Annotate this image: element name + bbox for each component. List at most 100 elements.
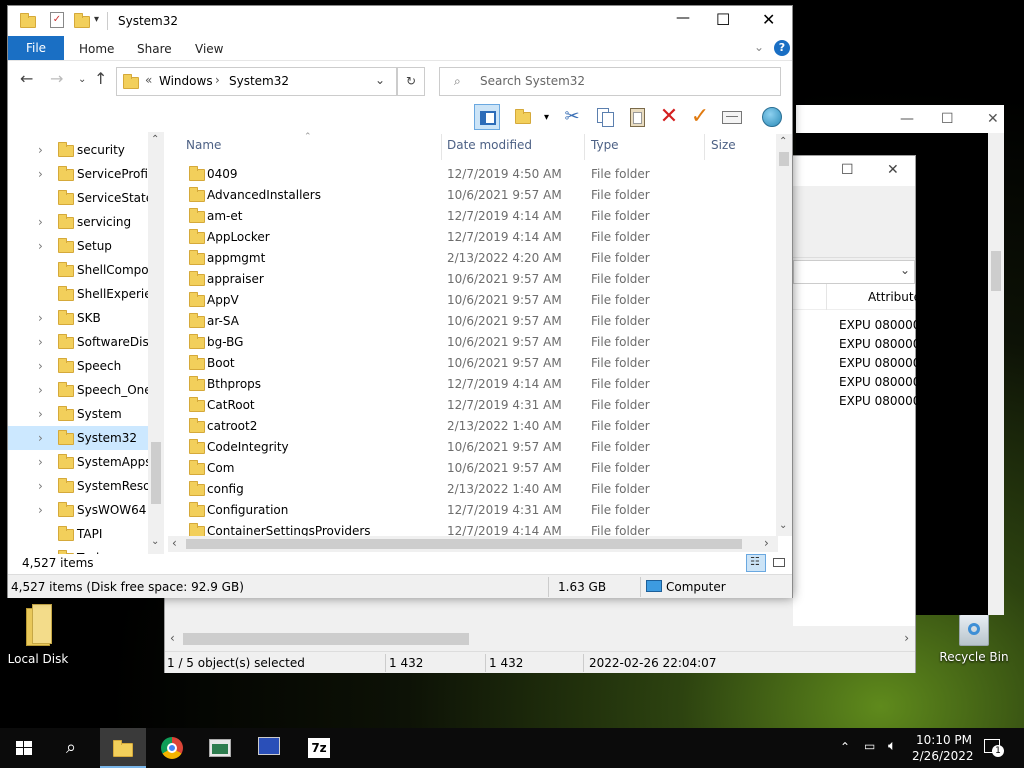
- attr-row[interactable]: EXPU 0800000: [839, 375, 928, 389]
- recent-locations-icon[interactable]: ⌄: [78, 74, 86, 85]
- taskbar-network-app[interactable]: [246, 728, 292, 768]
- tree-item[interactable]: › SystemResou: [8, 474, 148, 498]
- expand-chevron-icon[interactable]: ›: [38, 378, 43, 402]
- secondary-hscrollbar[interactable]: ‹ ›: [165, 630, 915, 648]
- file-row[interactable]: AdvancedInstallers 10/6/2021 9:57 AM File …: [178, 185, 774, 206]
- network-icon[interactable]: ▭: [864, 739, 875, 753]
- delete-icon[interactable]: ✕: [656, 104, 682, 130]
- background-scrollbar[interactable]: [988, 133, 1004, 615]
- expand-chevron-icon[interactable]: ›: [38, 474, 43, 498]
- address-dropdown-icon[interactable]: ⌄: [375, 73, 385, 87]
- desktop-icon-recycle-bin[interactable]: Recycle Bin: [938, 614, 1010, 664]
- tree-item[interactable]: › security: [8, 138, 148, 162]
- tree-item[interactable]: › servicing: [8, 210, 148, 234]
- expand-chevron-icon[interactable]: ›: [38, 210, 43, 234]
- forward-arrow-icon[interactable]: →: [50, 69, 63, 88]
- ribbon-tab-share[interactable]: Share: [137, 42, 172, 56]
- file-row[interactable]: CatRoot 12/7/2019 4:31 AM File folder: [178, 395, 774, 416]
- preview-pane-icon[interactable]: [474, 104, 500, 130]
- tree-item[interactable]: › SKB: [8, 306, 148, 330]
- taskbar-app-window[interactable]: [197, 728, 243, 768]
- file-row[interactable]: ar-SA 10/6/2021 9:57 AM File folder: [178, 311, 774, 332]
- file-row[interactable]: bg-BG 10/6/2021 9:57 AM File folder: [178, 332, 774, 353]
- expand-chevron-icon[interactable]: ›: [38, 450, 43, 474]
- action-center-button[interactable]: 1: [984, 737, 1004, 757]
- column-size[interactable]: Size: [711, 138, 736, 152]
- background-minimize-button[interactable]: —: [900, 111, 914, 127]
- qat-new-folder-icon[interactable]: [74, 13, 90, 28]
- file-row[interactable]: 0409 12/7/2019 4:50 AM File folder: [178, 164, 774, 185]
- file-row[interactable]: Configuration 12/7/2019 4:31 AM File folde…: [178, 500, 774, 521]
- chevron-up-icon[interactable]: ⌃: [840, 740, 850, 754]
- tree-item[interactable]: › System: [8, 402, 148, 426]
- properties-icon[interactable]: [719, 104, 745, 130]
- expand-chevron-icon[interactable]: ›: [38, 402, 43, 426]
- tree-scroll-up-icon[interactable]: ⌃: [151, 134, 159, 145]
- search-taskbar-button[interactable]: ⌕: [48, 728, 94, 768]
- copy-icon[interactable]: [592, 104, 618, 130]
- taskbar-7zip[interactable]: 7z: [296, 728, 342, 768]
- list-scroll-left-icon[interactable]: ‹: [172, 536, 177, 550]
- list-scroll-right-icon[interactable]: ›: [764, 536, 769, 550]
- tree-scrollbar[interactable]: ⌃ ⌄: [148, 132, 164, 554]
- expand-chevron-icon[interactable]: ›: [38, 330, 43, 354]
- file-row[interactable]: catroot2 2/13/2022 1:40 AM File folder: [178, 416, 774, 437]
- file-row[interactable]: AppV 10/6/2021 9:57 AM File folder: [178, 290, 774, 311]
- tree-item[interactable]: › SoftwareDistr: [8, 330, 148, 354]
- tree-item[interactable]: Tasks: [8, 546, 148, 554]
- tree-item[interactable]: › Speech_OneC: [8, 378, 148, 402]
- secondary-close-button[interactable]: ✕: [887, 162, 899, 178]
- rename-check-icon[interactable]: ✓: [687, 104, 713, 130]
- address-overflow[interactable]: «: [145, 73, 152, 87]
- close-button[interactable]: ✕: [762, 10, 775, 29]
- tree-item[interactable]: ServiceState: [8, 186, 148, 210]
- expand-chevron-icon[interactable]: ›: [38, 498, 43, 522]
- up-arrow-icon[interactable]: ↑: [94, 69, 107, 88]
- cut-icon[interactable]: ✂: [559, 104, 585, 130]
- list-scroll-down-icon[interactable]: ⌄: [779, 520, 787, 531]
- column-name[interactable]: Name: [186, 138, 221, 152]
- qat-properties-icon[interactable]: ✓: [50, 12, 64, 28]
- file-list-hscrollbar[interactable]: ‹ ›: [168, 536, 778, 552]
- attr-column-header[interactable]: Attribute: [793, 284, 921, 310]
- file-row[interactable]: AppLocker 12/7/2019 4:14 AM File folder: [178, 227, 774, 248]
- details-view-button[interactable]: ☷: [746, 554, 766, 572]
- tree-item[interactable]: › SystemApps: [8, 450, 148, 474]
- list-scroll-up-icon[interactable]: ⌃: [779, 136, 787, 147]
- tree-item[interactable]: ShellExperien: [8, 282, 148, 306]
- taskbar-chrome[interactable]: [149, 728, 195, 768]
- file-list-vscrollbar[interactable]: ⌃ ⌄: [776, 134, 792, 536]
- file-row[interactable]: CodeIntegrity 10/6/2021 9:57 AM File folde…: [178, 437, 774, 458]
- attr-row[interactable]: EXPU 0800000: [839, 318, 928, 332]
- file-row[interactable]: am-et 12/7/2019 4:14 AM File folder: [178, 206, 774, 227]
- file-row[interactable]: Boot 10/6/2021 9:57 AM File folder: [178, 353, 774, 374]
- secondary-path-dropdown[interactable]: ⌄: [793, 260, 915, 284]
- volume-icon[interactable]: 🔈︎: [888, 738, 896, 754]
- back-arrow-icon[interactable]: ←: [20, 69, 33, 88]
- expand-chevron-icon[interactable]: ›: [38, 138, 43, 162]
- expand-chevron-icon[interactable]: ›: [38, 162, 43, 186]
- new-item-icon[interactable]: [511, 104, 537, 130]
- expand-chevron-icon[interactable]: ›: [38, 234, 43, 258]
- file-row[interactable]: appmgmt 2/13/2022 4:20 AM File folder: [178, 248, 774, 269]
- refresh-button[interactable]: ↻: [397, 67, 425, 96]
- column-type[interactable]: Type: [591, 138, 619, 152]
- tree-item[interactable]: › SysWOW64: [8, 498, 148, 522]
- ribbon-tab-home[interactable]: Home: [79, 42, 114, 56]
- attr-row[interactable]: EXPU 0800000: [839, 337, 928, 351]
- minimize-button[interactable]: —: [676, 10, 690, 26]
- large-icons-view-button[interactable]: [770, 554, 788, 572]
- taskbar-file-explorer[interactable]: [100, 728, 146, 768]
- tree-scroll-down-icon[interactable]: ⌄: [151, 536, 159, 547]
- new-item-dropdown-icon[interactable]: ▾: [544, 112, 549, 123]
- column-date[interactable]: Date modified: [447, 138, 532, 152]
- expand-chevron-icon[interactable]: ›: [38, 354, 43, 378]
- search-box[interactable]: ⌕ Search System32: [439, 67, 781, 96]
- tree-item[interactable]: TAPI: [8, 522, 148, 546]
- attr-row[interactable]: EXPU 0800000: [839, 394, 928, 408]
- tree-item[interactable]: › Speech: [8, 354, 148, 378]
- ribbon-expand-icon[interactable]: ⌄: [754, 40, 764, 54]
- tree-item[interactable]: › System32: [8, 426, 148, 450]
- tree-item[interactable]: › Setup: [8, 234, 148, 258]
- clock-date[interactable]: 2/26/2022: [912, 749, 974, 763]
